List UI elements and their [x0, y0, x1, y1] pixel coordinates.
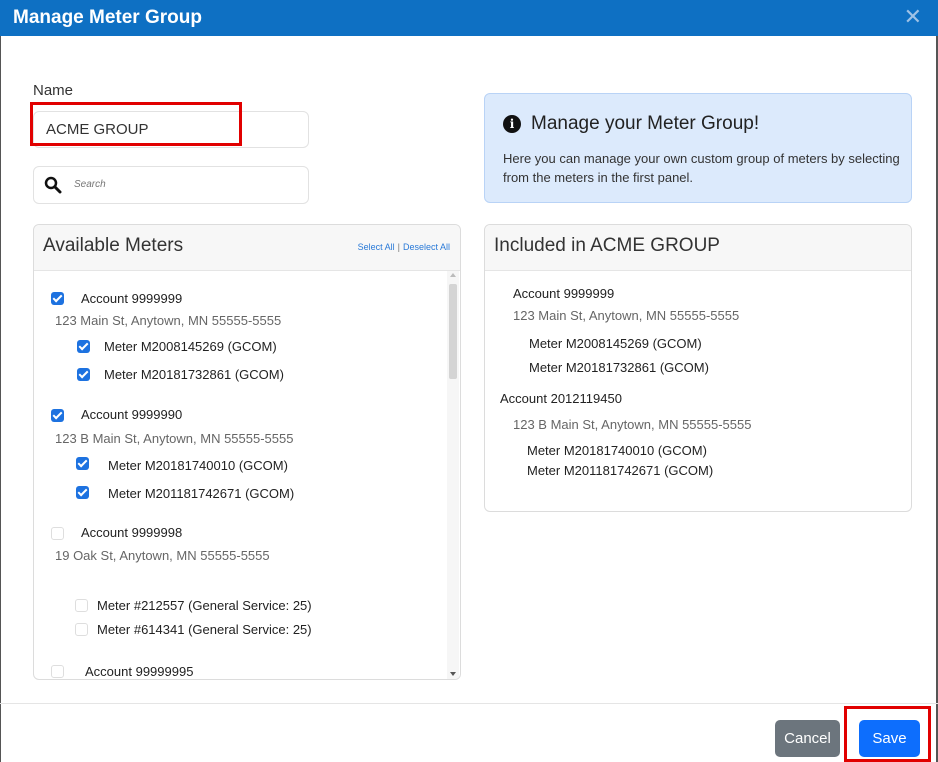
meter-name: Meter #212557 (General Service: 25) — [97, 598, 312, 613]
included-account-name: Account 9999999 — [513, 286, 615, 301]
account-address: 123 B Main St, Anytown, MN 55555-5555 — [55, 431, 294, 446]
meter-checkbox[interactable] — [75, 599, 88, 612]
name-label: Name — [33, 82, 74, 99]
meter-checkbox[interactable] — [77, 340, 90, 353]
info-icon: i — [503, 115, 521, 133]
dialog-title: Manage Meter Group — [13, 7, 202, 28]
save-highlight-box — [844, 706, 931, 762]
name-highlight-box — [30, 102, 242, 146]
meter-name: Meter M20181740010 (GCOM) — [108, 458, 288, 473]
select-all-link[interactable]: Select All — [358, 242, 395, 252]
account-name: Account 9999999 — [81, 291, 183, 306]
included-meter-name: Meter M2008145269 (GCOM) — [529, 336, 702, 351]
included-meters-panel: Included in ACME GROUP Account 9999999 1… — [484, 224, 912, 512]
meter-name: Meter M201181742671 (GCOM) — [108, 486, 295, 501]
account-checkbox[interactable] — [51, 409, 64, 422]
included-meter-name: Meter M20181732861 (GCOM) — [529, 360, 709, 375]
meter-checkbox[interactable] — [76, 486, 89, 499]
account-checkbox[interactable] — [51, 665, 64, 678]
meter-name: Meter #614341 (General Service: 25) — [97, 622, 312, 637]
search-placeholder: Search — [74, 179, 106, 190]
search-input[interactable]: Search — [33, 166, 309, 204]
account-checkbox[interactable] — [51, 292, 64, 305]
footer-divider — [0, 703, 938, 704]
available-meters-scrollbar[interactable] — [447, 271, 459, 679]
cancel-button[interactable]: Cancel — [775, 720, 840, 757]
account-name: Account 9999998 — [81, 525, 183, 540]
account-name: Account 9999990 — [81, 407, 183, 422]
info-callout: i Manage your Meter Group! Here you can … — [484, 93, 912, 203]
scroll-thumb[interactable] — [449, 284, 457, 379]
included-account-name: Account 2012119450 — [500, 391, 622, 406]
close-icon[interactable]: ✕ — [904, 4, 922, 30]
dialog-header: Manage Meter Group ✕ — [0, 0, 938, 36]
included-meter-name: Meter M201181742671 (GCOM) — [527, 463, 714, 478]
available-meters-title: Available Meters — [43, 235, 184, 256]
meter-name: Meter M20181732861 (GCOM) — [104, 367, 284, 382]
search-icon — [44, 176, 62, 194]
meter-checkbox[interactable] — [75, 623, 88, 636]
included-meter-name: Meter M20181740010 (GCOM) — [527, 443, 707, 458]
meter-checkbox[interactable] — [76, 457, 89, 470]
account-address: 19 Oak St, Anytown, MN 55555-5555 — [55, 548, 270, 563]
available-meters-header: Available Meters Select All | Deselect All — [34, 225, 460, 271]
meter-checkbox[interactable] — [77, 368, 90, 381]
available-meters-list[interactable]: Account 9999999 123 Main St, Anytown, MN… — [34, 271, 446, 679]
info-text: Here you can manage your own custom grou… — [503, 151, 900, 185]
account-address: 123 Main St, Anytown, MN 55555-5555 — [55, 313, 282, 328]
scroll-up-arrow-icon[interactable] — [450, 273, 456, 277]
included-account-address: 123 Main St, Anytown, MN 55555-5555 — [513, 308, 740, 323]
info-title: Manage your Meter Group! — [531, 113, 760, 134]
scroll-down-arrow-icon[interactable] — [450, 672, 456, 676]
select-separator: | — [397, 242, 400, 252]
included-account-address: 123 B Main St, Anytown, MN 55555-5555 — [513, 417, 752, 432]
included-meters-header: Included in ACME GROUP — [485, 225, 911, 271]
select-links: Select All | Deselect All — [358, 242, 450, 252]
account-checkbox[interactable] — [51, 527, 64, 540]
available-meters-panel: Available Meters Select All | Deselect All… — [33, 224, 461, 680]
dialog-border-left — [0, 0, 1, 762]
included-meters-title: Included in ACME GROUP — [494, 235, 720, 256]
meter-name: Meter M2008145269 (GCOM) — [104, 339, 277, 354]
deselect-all-link[interactable]: Deselect All — [403, 242, 450, 252]
account-name: Account 99999995 — [85, 664, 194, 679]
